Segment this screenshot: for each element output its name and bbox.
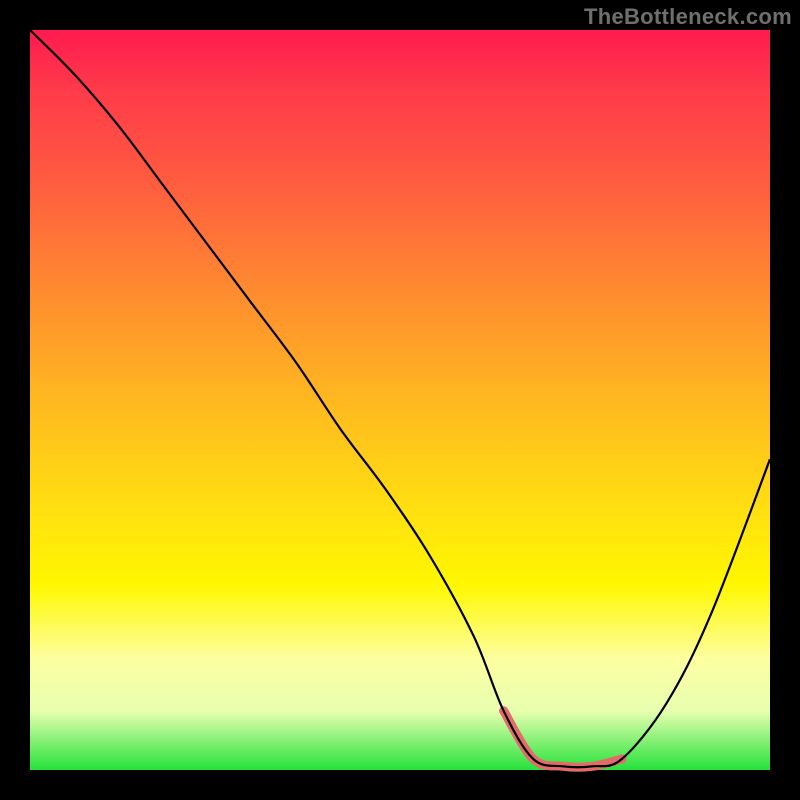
attribution-label: TheBottleneck.com: [584, 4, 792, 30]
plot-area: [30, 30, 770, 770]
valley-highlight: [504, 711, 622, 767]
curve-layer: [30, 30, 770, 770]
bottleneck-curve: [30, 30, 770, 767]
chart-frame: TheBottleneck.com: [0, 0, 800, 800]
